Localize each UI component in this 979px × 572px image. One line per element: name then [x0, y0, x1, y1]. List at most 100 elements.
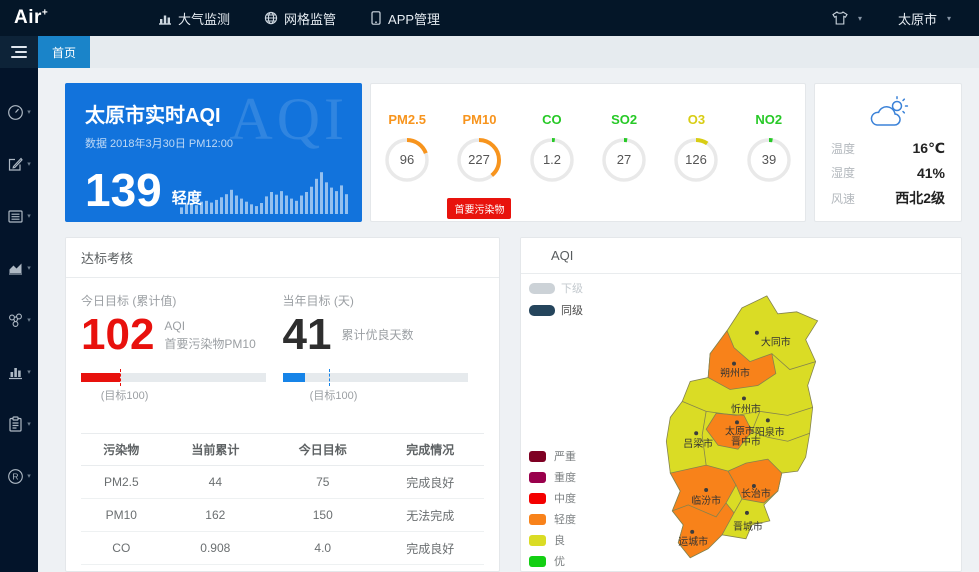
year-goal-progress: (目标100)	[283, 373, 468, 382]
registered-icon: R	[7, 468, 24, 485]
sidebar-item-network[interactable]: ▾	[0, 294, 38, 346]
gauge-ring: 126	[672, 136, 720, 184]
menu-item-grid-supervision[interactable]: 网格监管	[264, 9, 336, 28]
clipboard-icon	[7, 416, 24, 433]
gauge-so2: SO2 27	[600, 112, 648, 184]
weather-humidity-row: 湿度 41%	[831, 164, 945, 181]
legend-item-good[interactable]: 良	[529, 532, 576, 548]
sidebar-item-list[interactable]: ▾	[0, 190, 38, 242]
tab-home[interactable]: 首页	[38, 36, 90, 68]
sidebar-collapse-button[interactable]	[0, 36, 38, 68]
mobile-phone-icon	[370, 11, 382, 25]
year-goal: 当年目标 (天) 41 累计优良天数 (目标100)	[283, 292, 485, 419]
year-goal-value: 41	[283, 313, 332, 357]
gauge-ring: 27	[600, 136, 648, 184]
gauge-pm10: PM10 227 首要污染物	[455, 112, 503, 184]
sidebar-items: ▾ ▾ ▾ ▾ ▾ ▾ ▾ R▾	[0, 86, 38, 502]
shanxi-province-map[interactable]: 大同市 朔州市 忻州市 太原市 阳泉市 晋中市 吕梁市 临汾市 长治市 晋城市 …	[521, 274, 961, 572]
weather-card: 温度 16℃ 湿度 41% 风速 西北2级	[814, 83, 962, 222]
area-chart-icon	[7, 260, 24, 277]
menu-item-app-management[interactable]: APP管理	[370, 9, 440, 28]
theme-caret-icon[interactable]: ▾	[858, 14, 862, 23]
map-city-label: 临汾市	[691, 494, 721, 507]
share-nodes-icon	[7, 312, 24, 329]
weather-wind-row: 风速 西北2级	[831, 188, 945, 208]
primary-pollutant-badge: 首要污染物	[447, 198, 511, 219]
map-city-label: 朔州市	[720, 367, 750, 380]
page-content: AQI 太原市实时AQI 数据 2018年3月30日 PM12:00 139 轻…	[38, 68, 979, 572]
cloud-sun-icon	[865, 96, 911, 130]
gauge-ring: 96	[383, 136, 431, 184]
gauge-ring: 227	[455, 136, 503, 184]
table-header-row: 污染物 当前累计 今日目标 完成情况	[81, 434, 484, 466]
svg-text:27: 27	[617, 152, 631, 167]
aqi-map-panel-title: AQI	[521, 238, 961, 274]
legend-item-heavy[interactable]: 重度	[529, 469, 576, 485]
svg-text:227: 227	[469, 152, 491, 167]
pollutant-table: 污染物 当前累计 今日目标 完成情况 PM2.54475完成良好 PM10162…	[81, 433, 484, 572]
sidebar-item-dashboard[interactable]: ▾	[0, 86, 38, 138]
toggle-same-level[interactable]: 同级	[529, 302, 583, 318]
gauge-no2: NO2 39	[745, 112, 793, 184]
sidebar: ▾ ▾ ▾ ▾ ▾ ▾ ▾ R▾	[0, 36, 38, 572]
today-goal-progress: (目标100)	[81, 373, 266, 382]
table-row: PM10162150无法完成	[81, 499, 484, 532]
top-navbar: Air+ 大气监测 网格监管 APP管理 ▾ 太原市 ▾	[0, 0, 979, 36]
list-icon	[7, 208, 24, 225]
logo-plus-icon: +	[42, 8, 48, 19]
legend-item-moderate[interactable]: 中度	[529, 490, 576, 506]
toggle-lower-level[interactable]: 下级	[529, 280, 583, 296]
toggle-swatch	[529, 305, 555, 316]
aqi-map-body: 大同市 朔州市 忻州市 太原市 阳泉市 晋中市 吕梁市 临汾市 长治市 晋城市 …	[521, 274, 961, 571]
bar-chart-icon	[158, 11, 172, 25]
menu-item-air-monitoring[interactable]: 大气监测	[158, 9, 230, 28]
map-level-toggles: 下级 同级	[529, 280, 583, 318]
tab-bar: 首页	[38, 36, 979, 68]
sidebar-item-registered[interactable]: R▾	[0, 450, 38, 502]
map-city-label: 晋城市	[733, 520, 763, 533]
today-goal: 今日目标 (累计值) 102 AQI首要污染物PM10 (目标100)	[81, 292, 283, 419]
table-row: SO219150完成良好	[81, 565, 484, 572]
svg-text:96: 96	[400, 152, 414, 167]
aqi-sparkline	[180, 168, 350, 214]
table-row: CO0.9084.0完成良好	[81, 532, 484, 565]
sidebar-item-area-chart[interactable]: ▾	[0, 242, 38, 294]
legend-item-severe[interactable]: 严重	[529, 448, 576, 464]
toggle-swatch	[529, 283, 555, 294]
navbar-right: ▾ 太原市 ▾	[832, 9, 979, 28]
assessment-panel-title: 达标考核	[66, 238, 499, 278]
gauge-pm25: PM2.5 96	[383, 112, 431, 184]
assessment-panel: 达标考核 今日目标 (累计值) 102 AQI首要污染物PM10	[65, 237, 500, 572]
main-menu: 大气监测 网格监管 APP管理	[158, 9, 440, 28]
legend-item-mild[interactable]: 轻度	[529, 511, 576, 527]
city-selector[interactable]: 太原市	[898, 9, 937, 28]
map-city-label: 忻州市	[731, 402, 761, 415]
table-row: PM2.54475完成良好	[81, 466, 484, 499]
gauge-ring: 39	[745, 136, 793, 184]
map-city-label: 吕梁市	[683, 437, 713, 450]
globe-icon	[264, 11, 278, 25]
today-goal-value: 102	[81, 313, 154, 357]
aqi-level-legend: 严重 重度 中度 轻度 良 优	[529, 448, 576, 569]
gauge-ring: 1.2	[528, 136, 576, 184]
legend-item-excellent[interactable]: 优	[529, 553, 576, 569]
svg-text:1.2: 1.2	[543, 152, 561, 167]
column-chart-icon	[7, 364, 24, 381]
app-logo[interactable]: Air+	[0, 7, 120, 29]
gauge-co: CO 1.2	[528, 112, 576, 184]
speedometer-icon	[7, 104, 24, 121]
gauge-o3: O3 126	[672, 112, 720, 184]
svg-text:R: R	[13, 471, 19, 481]
city-caret-icon[interactable]: ▾	[947, 14, 951, 23]
weather-temperature-row: 温度 16℃	[831, 140, 945, 157]
theme-tshirt-icon[interactable]	[832, 11, 848, 25]
aqi-watermark: AQI	[229, 85, 348, 154]
svg-text:126: 126	[686, 152, 708, 167]
sidebar-item-report[interactable]: ▾	[0, 398, 38, 450]
svg-text:39: 39	[762, 152, 776, 167]
sidebar-item-statistics[interactable]: ▾	[0, 346, 38, 398]
aqi-map-panel: AQI	[520, 237, 962, 572]
map-city-label: 长治市	[741, 487, 771, 500]
realtime-aqi-card: AQI 太原市实时AQI 数据 2018年3月30日 PM12:00 139 轻…	[65, 83, 362, 222]
sidebar-item-edit[interactable]: ▾	[0, 138, 38, 190]
